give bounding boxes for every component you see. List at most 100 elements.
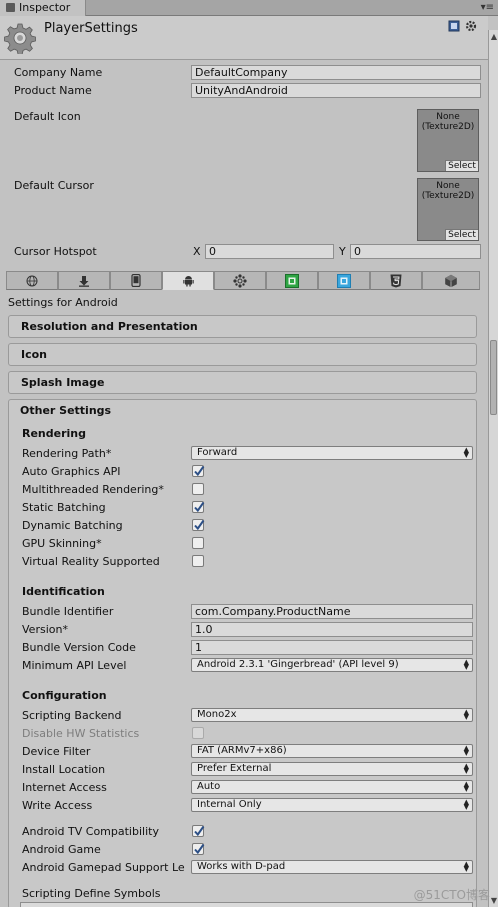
help-book-icon[interactable] bbox=[448, 20, 460, 32]
scroll-down-icon[interactable]: ▼ bbox=[490, 896, 498, 905]
page-title: PlayerSettings bbox=[44, 21, 138, 36]
rendering-heading: Rendering bbox=[22, 427, 86, 440]
android-icon bbox=[182, 275, 194, 286]
default-cursor-select-button[interactable]: Select bbox=[445, 229, 478, 240]
company-name-field[interactable]: DefaultCompany bbox=[191, 65, 481, 80]
disable-hw-stats-label: Disable HW Statistics bbox=[22, 727, 140, 740]
default-icon-slot[interactable]: None (Texture2D) Select bbox=[417, 109, 479, 172]
section-splash-title: Splash Image bbox=[21, 376, 105, 389]
bundle-identifier-label: Bundle Identifier bbox=[22, 605, 114, 618]
platform-tab-android[interactable] bbox=[162, 271, 214, 290]
hotspot-x-field[interactable]: 0 bbox=[205, 244, 334, 259]
android-game-label: Android Game bbox=[22, 843, 101, 856]
bundle-version-code-label: Bundle Version Code bbox=[22, 641, 136, 654]
device-filter-dropdown[interactable]: FAT (ARMv7+x86) ▲ ▼ bbox=[191, 744, 473, 758]
vr-supported-checkbox[interactable] bbox=[192, 555, 204, 567]
dropdown-arrows-icon: ▲ ▼ bbox=[463, 744, 469, 757]
rendering-path-label: Rendering Path* bbox=[22, 447, 112, 460]
auto-graphics-api-label: Auto Graphics API bbox=[22, 465, 121, 478]
platform-tab-other[interactable] bbox=[422, 271, 480, 290]
configuration-heading: Configuration bbox=[22, 689, 107, 702]
dynamic-batching-checkbox[interactable] bbox=[192, 519, 205, 531]
android-tv-checkbox[interactable] bbox=[192, 825, 205, 837]
window-tab-bar: Inspector ▾≡ bbox=[0, 0, 498, 16]
section-resolution-title: Resolution and Presentation bbox=[21, 320, 198, 333]
auto-graphics-api-checkbox[interactable] bbox=[192, 465, 205, 477]
dropdown-arrows-icon: ▲ ▼ bbox=[463, 798, 469, 811]
dropdown-arrows-icon: ▲ ▼ bbox=[463, 780, 469, 793]
min-api-level-label: Minimum API Level bbox=[22, 659, 127, 672]
settings-for-label: Settings for Android bbox=[8, 296, 118, 309]
scripting-define-symbols-label: Scripting Define Symbols bbox=[22, 887, 161, 900]
inspector-tab[interactable]: Inspector bbox=[0, 0, 86, 16]
platform-tab-windows-store[interactable] bbox=[318, 271, 370, 290]
company-name-label: Company Name bbox=[14, 66, 103, 79]
xbox-icon bbox=[285, 273, 299, 288]
product-name-label: Product Name bbox=[14, 84, 92, 97]
hotspot-y-label: Y bbox=[339, 245, 346, 258]
bundle-version-code-field[interactable]: 1 bbox=[191, 640, 473, 655]
version-field[interactable]: 1.0 bbox=[191, 622, 473, 637]
windows-store-icon bbox=[337, 273, 351, 288]
dropdown-arrows-icon: ▲ ▼ bbox=[463, 762, 469, 775]
write-access-dropdown[interactable]: Internal Only ▲ ▼ bbox=[191, 798, 473, 812]
default-icon-select-button[interactable]: Select bbox=[445, 160, 478, 171]
platform-tab-standalone[interactable] bbox=[6, 271, 58, 290]
gamepad-support-label: Android Gamepad Support Le bbox=[22, 861, 185, 874]
hotspot-y-field[interactable]: 0 bbox=[350, 244, 481, 259]
android-tv-label: Android TV Compatibility bbox=[22, 825, 159, 838]
globe-icon bbox=[26, 275, 38, 286]
dropdown-arrows-icon: ▲ ▼ bbox=[463, 658, 469, 671]
dropdown-arrows-icon: ▲ ▼ bbox=[463, 446, 469, 459]
default-icon-texture-text: None (Texture2D) bbox=[421, 112, 475, 132]
scroll-thumb[interactable] bbox=[490, 340, 497, 415]
min-api-level-dropdown[interactable]: Android 2.3.1 'Gingerbread' (API level 9… bbox=[191, 658, 473, 672]
settings-gear-icon[interactable] bbox=[465, 20, 477, 32]
default-cursor-label: Default Cursor bbox=[14, 179, 94, 192]
section-other-title[interactable]: Other Settings bbox=[20, 404, 111, 417]
version-label: Version* bbox=[22, 623, 68, 636]
min-api-level-value: Android 2.3.1 'Gingerbread' (API level 9… bbox=[197, 659, 399, 670]
platform-tab-blackberry[interactable] bbox=[214, 271, 266, 290]
checkmark-icon bbox=[194, 501, 205, 513]
section-icon[interactable]: Icon bbox=[8, 343, 477, 366]
scrollbar[interactable]: ▲ ▼ bbox=[488, 30, 498, 907]
unity-cube-icon bbox=[445, 274, 457, 287]
install-location-value: Prefer External bbox=[197, 763, 272, 774]
gear-icon bbox=[4, 23, 36, 54]
platform-tab-xbox[interactable] bbox=[266, 271, 318, 290]
static-batching-checkbox[interactable] bbox=[192, 501, 205, 513]
platform-tab-download[interactable] bbox=[58, 271, 110, 290]
rendering-path-dropdown[interactable]: Forward ▲ ▼ bbox=[191, 446, 473, 460]
default-cursor-slot[interactable]: None (Texture2D) Select bbox=[417, 178, 479, 241]
internet-access-dropdown[interactable]: Auto ▲ ▼ bbox=[191, 780, 473, 794]
scripting-define-symbols-field[interactable] bbox=[20, 902, 473, 907]
dynamic-batching-label: Dynamic Batching bbox=[22, 519, 123, 532]
section-resolution[interactable]: Resolution and Presentation bbox=[8, 315, 477, 338]
internet-access-label: Internet Access bbox=[22, 781, 107, 794]
internet-access-value: Auto bbox=[197, 781, 221, 792]
section-icon-title: Icon bbox=[21, 348, 48, 361]
tab-menu-icon[interactable]: ▾≡ bbox=[481, 1, 494, 15]
disable-hw-stats-checkbox bbox=[192, 727, 204, 739]
default-cursor-texture-text: None (Texture2D) bbox=[421, 181, 475, 201]
rendering-path-value: Forward bbox=[197, 447, 238, 458]
inspector-header: PlayerSettings bbox=[0, 16, 488, 60]
scripting-backend-dropdown[interactable]: Mono2x ▲ ▼ bbox=[191, 708, 473, 722]
platform-tab-ios[interactable] bbox=[110, 271, 162, 290]
scroll-up-icon[interactable]: ▲ bbox=[490, 32, 498, 41]
install-location-label: Install Location bbox=[22, 763, 106, 776]
write-access-value: Internal Only bbox=[197, 799, 262, 810]
platform-tab-webgl[interactable] bbox=[370, 271, 422, 290]
checkmark-icon bbox=[194, 465, 205, 477]
gpu-skinning-checkbox[interactable] bbox=[192, 537, 204, 549]
platform-tabs bbox=[6, 271, 480, 290]
gamepad-support-dropdown[interactable]: Works with D-pad ▲ ▼ bbox=[191, 860, 473, 874]
product-name-field[interactable]: UnityAndAndroid bbox=[191, 83, 481, 98]
android-game-checkbox[interactable] bbox=[192, 843, 205, 855]
static-batching-label: Static Batching bbox=[22, 501, 106, 514]
install-location-dropdown[interactable]: Prefer External ▲ ▼ bbox=[191, 762, 473, 776]
multithreaded-checkbox[interactable] bbox=[192, 483, 204, 495]
bundle-identifier-field[interactable]: com.Company.ProductName bbox=[191, 604, 473, 619]
section-splash[interactable]: Splash Image bbox=[8, 371, 477, 394]
